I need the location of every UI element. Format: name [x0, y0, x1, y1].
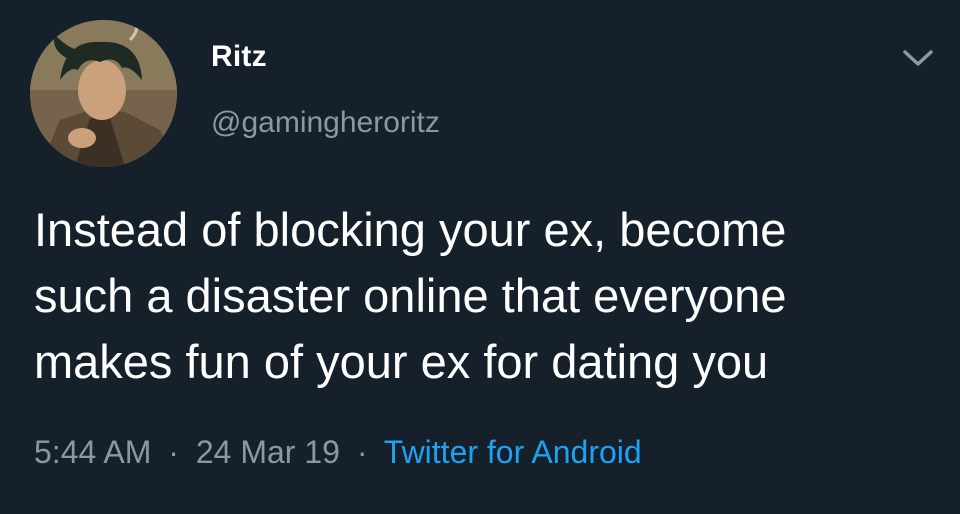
tweet-time[interactable]: 5:44 AM: [34, 434, 151, 470]
avatar[interactable]: [30, 20, 177, 167]
tweet-card: Ritz @gamingheroritz Instead of blocking…: [0, 0, 960, 514]
tweet-text: Instead of blocking your ex, become such…: [34, 197, 934, 395]
tweet-text-line: makes fun of your ex for dating you: [34, 335, 769, 388]
user-handle[interactable]: @gamingheroritz: [211, 106, 440, 140]
tweet-meta: 5:44 AM · 24 Mar 19 · Twitter for Androi…: [34, 434, 642, 471]
tweet-text-line: such a disaster online that everyone: [34, 269, 787, 322]
meta-separator: ·: [356, 434, 368, 470]
meta-separator: ·: [168, 434, 179, 470]
display-name[interactable]: Ritz: [211, 40, 267, 74]
tweet-source-link[interactable]: Twitter for Android: [384, 434, 642, 470]
avatar-image: [30, 20, 177, 167]
tweet-date[interactable]: 24 Mar 19: [196, 434, 340, 470]
tweet-text-line: Instead of blocking your ex, become: [34, 203, 787, 256]
chevron-down-icon[interactable]: [901, 46, 935, 70]
